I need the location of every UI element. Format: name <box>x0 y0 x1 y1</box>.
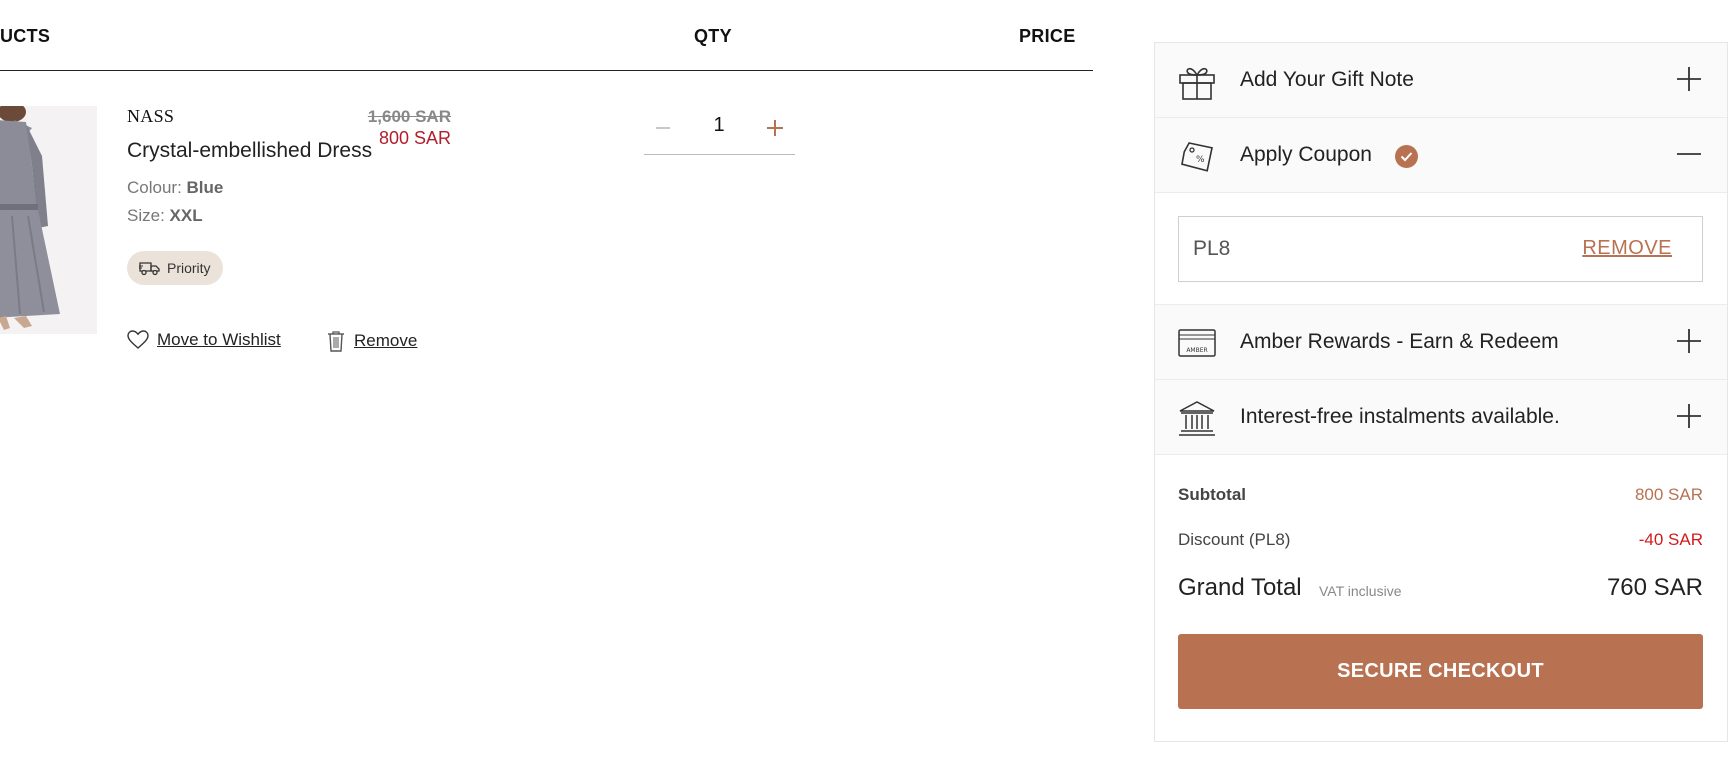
gift-icon <box>1179 67 1215 100</box>
plus-icon[interactable] <box>1671 398 1707 434</box>
cart-table-header: UCTS QTY PRICE <box>0 0 1093 71</box>
apply-coupon-title: Apply Coupon <box>1240 143 1372 166</box>
rewards-card-text: AMBER <box>1186 347 1207 354</box>
gift-note-accordion[interactable]: Add Your Gift Note <box>1155 43 1727 118</box>
grand-total-value: 760 SAR <box>1606 574 1703 601</box>
check-icon <box>1400 152 1413 162</box>
coupon-remove-button[interactable]: REMOVE <box>1582 237 1672 260</box>
colour-value: Blue <box>186 178 224 197</box>
plus-icon[interactable] <box>1671 61 1707 97</box>
dress-illustration <box>0 106 97 334</box>
original-price: 1,600 SAR <box>367 107 451 126</box>
product-colour: Colour: Blue <box>127 178 223 198</box>
column-header-price: PRICE <box>1019 26 1076 46</box>
minus-icon <box>656 127 670 129</box>
column-header-qty: QTY <box>694 26 732 46</box>
rewards-card-icon: AMBER <box>1178 329 1216 357</box>
priority-badge-label: Priority <box>167 260 211 276</box>
amber-rewards-title: Amber Rewards - Earn & Redeem <box>1240 330 1559 353</box>
bank-icon <box>1179 401 1215 436</box>
discount-value: -40 SAR <box>1638 530 1703 549</box>
qty-increase-button[interactable] <box>756 109 794 147</box>
discount-label: Discount (PL8) <box>1178 530 1291 549</box>
cart-section: UCTS QTY PRICE NASS Crystal-embellished … <box>0 0 1093 763</box>
quantity-stepper: 1 <box>644 104 795 155</box>
truck-icon <box>139 262 160 276</box>
coupon-applied-badge <box>1395 145 1418 168</box>
colour-label: Colour: <box>127 178 187 197</box>
move-to-wishlist-label: Move to Wishlist <box>157 330 281 349</box>
coupon-field: REMOVE <box>1178 216 1703 282</box>
product-image[interactable] <box>0 106 97 334</box>
coupon-body: REMOVE <box>1155 193 1727 305</box>
instalments-title: Interest-free instalments available. <box>1240 405 1560 428</box>
plus-icon[interactable] <box>1671 323 1707 359</box>
product-name[interactable]: Crystal-embellished Dress <box>127 139 372 163</box>
column-header-products: UCTS <box>0 26 51 46</box>
trash-icon <box>328 331 344 352</box>
amber-rewards-accordion[interactable]: AMBER Amber Rewards - Earn & Redeem <box>1155 305 1727 380</box>
apply-coupon-accordion[interactable]: % Apply Coupon <box>1155 118 1727 193</box>
grand-total-row: Grand Total VAT inclusive 760 SAR <box>1178 574 1703 608</box>
sale-price: 800 SAR <box>378 128 451 148</box>
product-brand[interactable]: NASS <box>127 106 174 127</box>
coupon-tag-icon: % <box>1181 142 1213 172</box>
grand-total-label: Grand Total <box>1178 574 1302 601</box>
heart-icon <box>127 330 149 349</box>
priority-badge: Priority <box>127 251 223 285</box>
coupon-input[interactable] <box>1193 233 1513 265</box>
subtotal-label: Subtotal <box>1178 485 1246 504</box>
size-label: Size: <box>127 206 170 225</box>
qty-decrease-button[interactable] <box>644 109 682 147</box>
remove-item-link[interactable]: Remove <box>326 330 417 352</box>
order-summary-panel: Add Your Gift Note % Apply Coupon REMOVE… <box>1154 42 1728 742</box>
vat-note: VAT inclusive <box>1319 583 1402 599</box>
gift-note-title: Add Your Gift Note <box>1240 68 1414 91</box>
subtotal-value: 800 SAR <box>1634 485 1703 504</box>
minus-icon[interactable] <box>1671 136 1707 172</box>
plus-icon <box>767 120 783 136</box>
qty-value[interactable]: 1 <box>704 114 734 137</box>
remove-item-label: Remove <box>354 331 418 350</box>
instalments-accordion[interactable]: Interest-free instalments available. <box>1155 380 1727 455</box>
move-to-wishlist-link[interactable]: Move to Wishlist <box>127 330 281 350</box>
svg-text:%: % <box>1196 155 1205 165</box>
secure-checkout-button[interactable]: SECURE CHECKOUT <box>1178 634 1703 709</box>
product-size: Size: XXL <box>127 206 203 226</box>
size-value: XXL <box>169 206 203 225</box>
